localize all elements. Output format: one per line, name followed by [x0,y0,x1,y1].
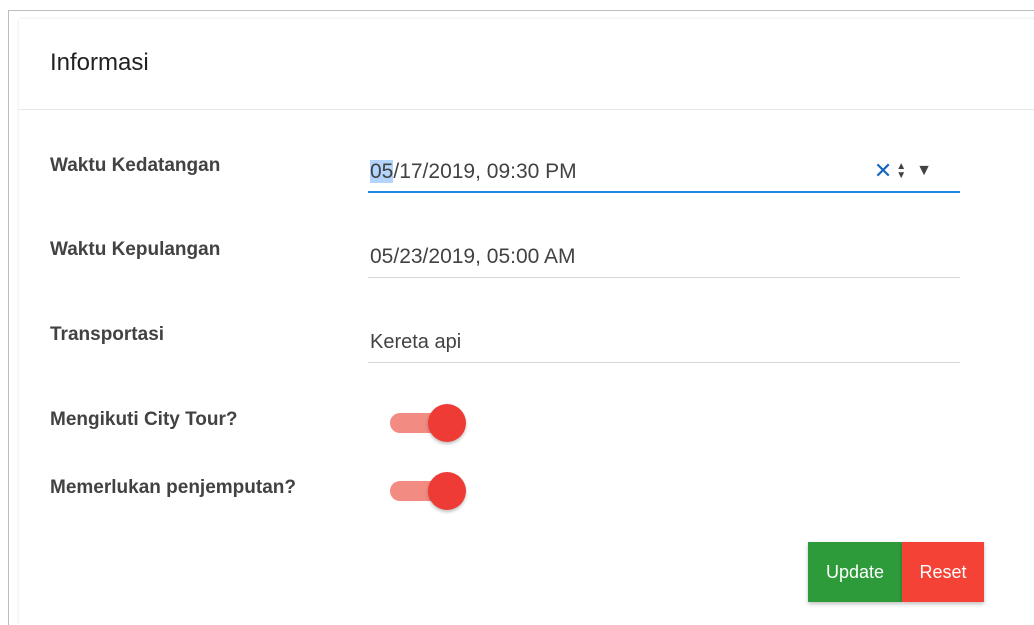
card-title: Informasi [50,49,149,76]
dropdown-arrow-icon[interactable]: ▼ [916,162,932,180]
arrival-time-label: Waktu Kedatangan [50,155,221,176]
arrival-time-input[interactable]: 05/17/2019, 09:30 PM ✕ ▲ ▼ ▼ [368,151,960,193]
pickup-toggle-knob[interactable] [428,472,466,510]
arrival-month-segment[interactable]: 05 [370,160,394,183]
information-card: Informasi Waktu Kedatangan 05/17/2019, 0… [8,10,1034,625]
spin-down-icon[interactable]: ▼ [896,171,906,181]
page: Informasi Waktu Kedatangan 05/17/2019, 0… [0,0,1034,625]
transport-label: Transportasi [50,324,165,345]
transport-select[interactable]: Kereta api [368,321,960,363]
datetime-controls: ✕ ▲ ▼ ▼ [874,159,932,183]
city-tour-toggle[interactable] [390,402,466,442]
clear-icon[interactable]: ✕ [874,160,892,182]
spinner-icon[interactable]: ▲ ▼ [896,162,906,181]
city-tour-label: Mengikuti City Tour? [50,409,238,430]
arrival-time-rest: /17/2019, 09:30 PM [393,160,577,183]
transport-value: Kereta api [370,331,462,353]
update-button[interactable]: Update [808,542,902,602]
departure-time-value: 05/23/2019, 05:00 AM [370,245,576,268]
departure-time-label: Waktu Kepulangan [50,239,221,260]
pickup-label: Memerlukan penjemputan? [50,477,296,498]
departure-time-input[interactable]: 05/23/2019, 05:00 AM [368,236,960,278]
pickup-toggle[interactable] [390,470,466,510]
reset-button[interactable]: Reset [902,542,984,602]
card-header: Informasi [19,19,1034,110]
card-body: Informasi Waktu Kedatangan 05/17/2019, 0… [19,19,1034,625]
city-tour-toggle-knob[interactable] [428,404,466,442]
arrival-time-value: 05/17/2019, 09:30 PM [370,160,577,184]
